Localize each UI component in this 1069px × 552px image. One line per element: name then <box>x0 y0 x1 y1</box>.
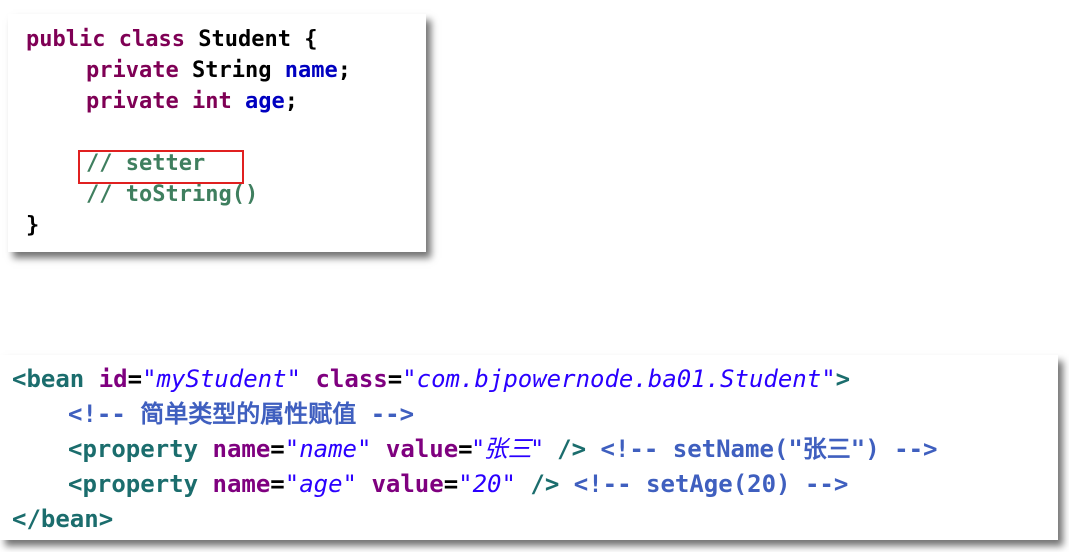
class-value: "com.bjpowernode.ba01.Student" <box>402 365 836 393</box>
equals-sign: = <box>270 470 285 498</box>
value-attribute: value <box>371 470 444 498</box>
tostring-comment: // toString() <box>86 182 259 207</box>
bean-tag-open: <bean <box>12 365 85 393</box>
property-tag-close: /> <box>557 435 587 463</box>
name-attribute: name <box>212 435 271 463</box>
class-attribute: class <box>315 365 388 393</box>
simple-type-comment: <!-- 简单类型的属性赋值 --> <box>68 400 415 428</box>
id-value: "myStudent" <box>142 365 302 393</box>
semicolon: ; <box>337 58 351 83</box>
java-line-field-age: private int age; <box>26 86 426 117</box>
keyword-public: public <box>26 27 106 52</box>
keyword-private: private <box>86 89 179 114</box>
xml-line-bean-close: </bean> <box>12 502 1058 537</box>
setage-comment: <!-- setAge(20) --> <box>573 470 849 498</box>
equals-sign: = <box>443 470 459 498</box>
java-line-blank <box>26 117 426 148</box>
java-line-class-decl: public class Student { <box>26 24 426 55</box>
field-identifier: age <box>244 89 285 114</box>
xml-code-panel: <bean id="myStudent" class="com.bjpowern… <box>0 355 1058 540</box>
equals-sign: = <box>387 365 403 393</box>
keyword-class: class <box>118 27 185 52</box>
equals-sign: = <box>127 365 143 393</box>
property-tag-open: <property <box>68 470 199 498</box>
value-attribute: value <box>385 435 459 463</box>
xml-line-property-age: <property name="age" value="20" /> <!-- … <box>12 467 1058 502</box>
field-type: int <box>191 89 232 114</box>
setname-comment: <!-- setName("张三") --> <box>600 435 938 463</box>
open-brace: { <box>304 27 318 52</box>
setter-highlight-box <box>78 150 244 184</box>
class-name: Student <box>198 27 291 52</box>
java-line-close-brace: } <box>26 210 426 241</box>
keyword-private: private <box>86 58 179 83</box>
name-attribute: name <box>212 470 271 498</box>
bean-tag-close: > <box>835 365 851 393</box>
value-attr-value: "20" <box>458 470 516 498</box>
field-type: String <box>191 58 272 83</box>
property-tag-open: <property <box>68 435 199 463</box>
property-tag-close: /> <box>530 470 560 498</box>
equals-sign: = <box>458 435 473 463</box>
field-identifier: name <box>284 58 338 83</box>
xml-line-comment: <!-- 简单类型的属性赋值 --> <box>12 397 1058 432</box>
close-brace: } <box>26 213 40 238</box>
xml-line-bean-open: <bean id="myStudent" class="com.bjpowern… <box>12 362 1058 397</box>
semicolon: ; <box>284 89 298 114</box>
equals-sign: = <box>270 435 285 463</box>
xml-line-property-name: <property name="name" value="张三" /> <!--… <box>12 432 1058 467</box>
bean-tag-end: </bean> <box>12 505 114 533</box>
id-attribute: id <box>98 365 128 393</box>
name-attr-value: "name" <box>284 435 372 463</box>
name-attr-value: "age" <box>284 470 357 498</box>
value-attr-value: "张三" <box>472 435 543 463</box>
java-code-panel: public class Student { private String na… <box>8 14 426 252</box>
java-line-field-name: private String name; <box>26 55 426 86</box>
